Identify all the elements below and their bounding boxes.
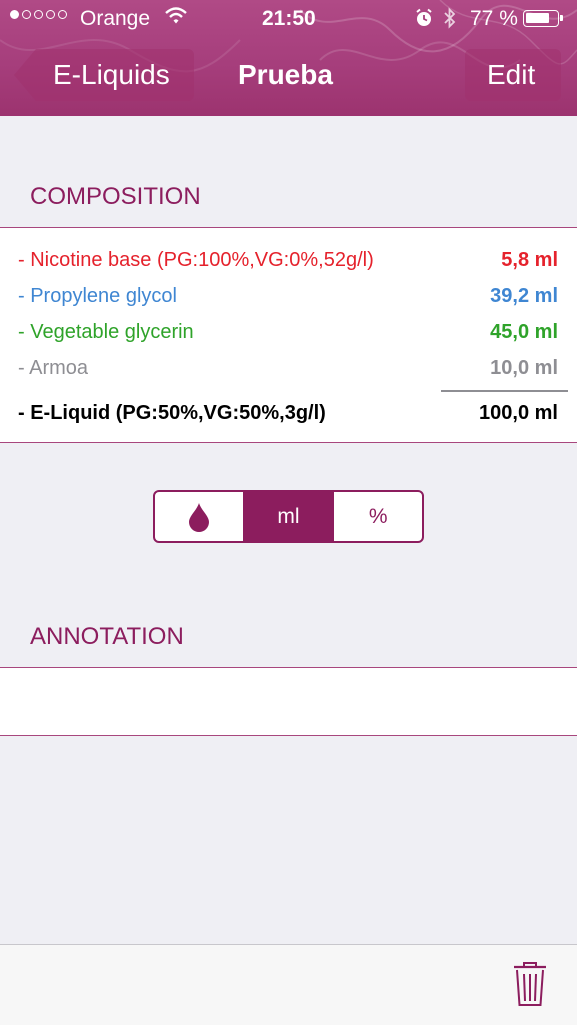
bottom-toolbar [0, 944, 577, 1025]
bluetooth-icon [443, 6, 457, 36]
unit-option-percent[interactable]: % [332, 492, 422, 541]
composition-header: COMPOSITION [30, 183, 201, 210]
back-button-label: E-Liquids [53, 59, 170, 90]
delete-button[interactable] [512, 961, 548, 1012]
annotation-field[interactable] [0, 667, 577, 736]
wifi-icon [165, 7, 187, 31]
ingredient-label: - Propylene glycol [18, 285, 177, 307]
ingredient-value: 10,0 ml [490, 357, 558, 379]
trash-icon [514, 962, 546, 1006]
clock: 21:50 [262, 7, 316, 30]
carrier-name: Orange [80, 7, 151, 30]
unit-option-drops[interactable] [155, 492, 243, 541]
annotation-header: ANNOTATION [30, 623, 184, 650]
page-title: Prueba [238, 59, 333, 90]
edit-button-label: Edit [487, 59, 536, 90]
unit-option-ml[interactable]: ml [242, 492, 333, 541]
ingredient-label: - Nicotine base (PG:100%,VG:0%,52g/l) [18, 249, 374, 271]
edit-button[interactable]: Edit [465, 49, 561, 101]
drop-icon [188, 502, 209, 532]
back-button[interactable]: E-Liquids [14, 49, 194, 101]
total-label: - E-Liquid (PG:50%,VG:50%,3g/l) [18, 402, 326, 424]
ingredient-value: 45,0 ml [490, 321, 558, 343]
sum-divider [441, 390, 568, 392]
signal-strength-icon [10, 10, 67, 19]
unit-selector: ml % [153, 490, 424, 543]
composition-panel: - Nicotine base (PG:100%,VG:0%,52g/l) 5,… [0, 227, 577, 443]
unit-option-label: % [368, 504, 388, 528]
ingredient-label: - Armoa [18, 357, 89, 379]
ingredient-value: 39,2 ml [490, 285, 558, 307]
unit-option-label: ml [277, 504, 300, 528]
battery-icon [523, 10, 563, 27]
ingredient-value: 5,8 ml [501, 249, 558, 271]
total-value: 100,0 ml [479, 402, 558, 424]
status-bar: Orange 21:50 77 % [0, 0, 577, 38]
navigation-header: Orange 21:50 77 % E-Liquids Prueba Edit [0, 0, 577, 116]
alarm-icon [414, 8, 434, 34]
battery-percentage: 77 % [470, 7, 518, 30]
ingredient-label: - Vegetable glycerin [18, 321, 194, 343]
